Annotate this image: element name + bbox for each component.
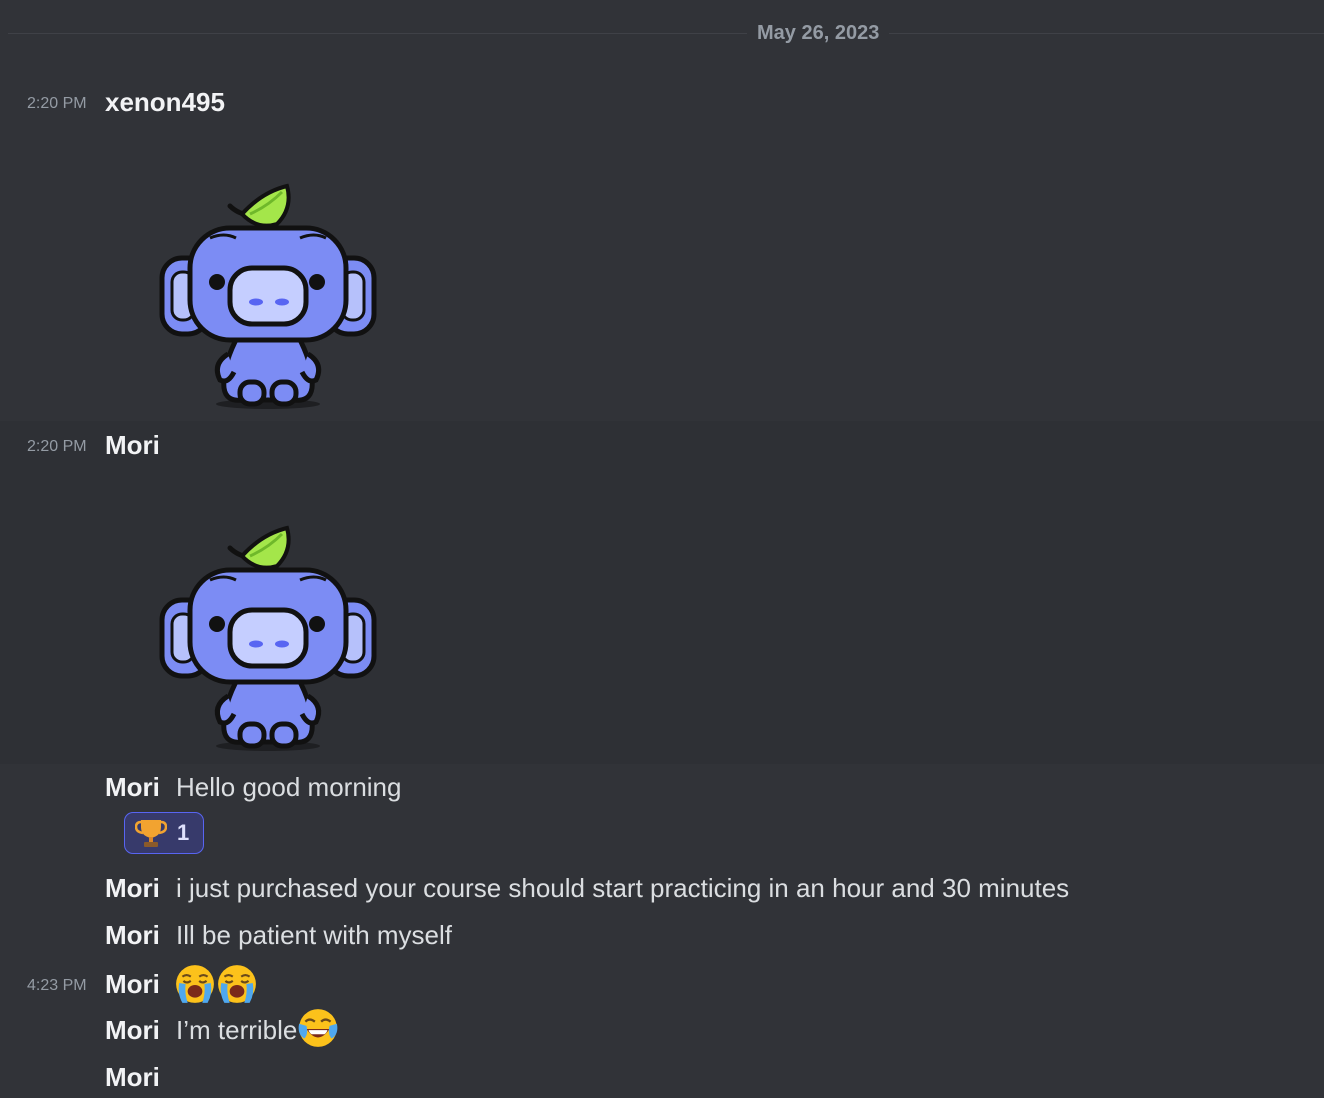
face-with-tears-of-joy-icon[interactable]: [297, 1007, 339, 1049]
message-author[interactable]: Mori: [105, 872, 160, 904]
chat-messages: May 26, 2023 2:20 PM xenon495 2:20 PM Mo…: [0, 0, 1324, 1098]
trophy-icon: [135, 818, 167, 849]
date-divider: May 26, 2023: [747, 21, 890, 45]
message-author[interactable]: Mori: [105, 429, 160, 461]
loudly-crying-face-icon[interactable]: [216, 963, 258, 1005]
message-text: I’m terrible: [176, 1015, 298, 1045]
reaction-count: 1: [177, 820, 190, 845]
message-text: i just purchased your course should star…: [176, 873, 1070, 903]
message-author[interactable]: xenon495: [105, 86, 225, 118]
message-text: Ill be patient with myself: [176, 920, 453, 950]
message-author[interactable]: Mori: [105, 1061, 160, 1093]
message-timestamp: 2:20 PM: [27, 438, 87, 455]
date-divider-line: [8, 33, 1324, 34]
wumpus-leaf-sticker[interactable]: [150, 518, 390, 758]
message-author[interactable]: Mori: [105, 771, 160, 803]
loudly-crying-face-icon[interactable]: [174, 963, 216, 1005]
message-text: Hello good morning: [176, 772, 402, 802]
message-author[interactable]: Mori: [105, 968, 160, 1000]
message-author[interactable]: Mori: [105, 1014, 160, 1046]
message-emojis: [174, 963, 258, 1005]
reaction-button[interactable]: 1: [124, 812, 204, 854]
wumpus-leaf-sticker[interactable]: [150, 176, 390, 416]
message-timestamp: 4:23 PM: [27, 977, 87, 994]
message-text-line: I’m terrible: [176, 1008, 339, 1049]
message-author[interactable]: Mori: [105, 919, 160, 951]
message-timestamp: 2:20 PM: [27, 95, 87, 112]
